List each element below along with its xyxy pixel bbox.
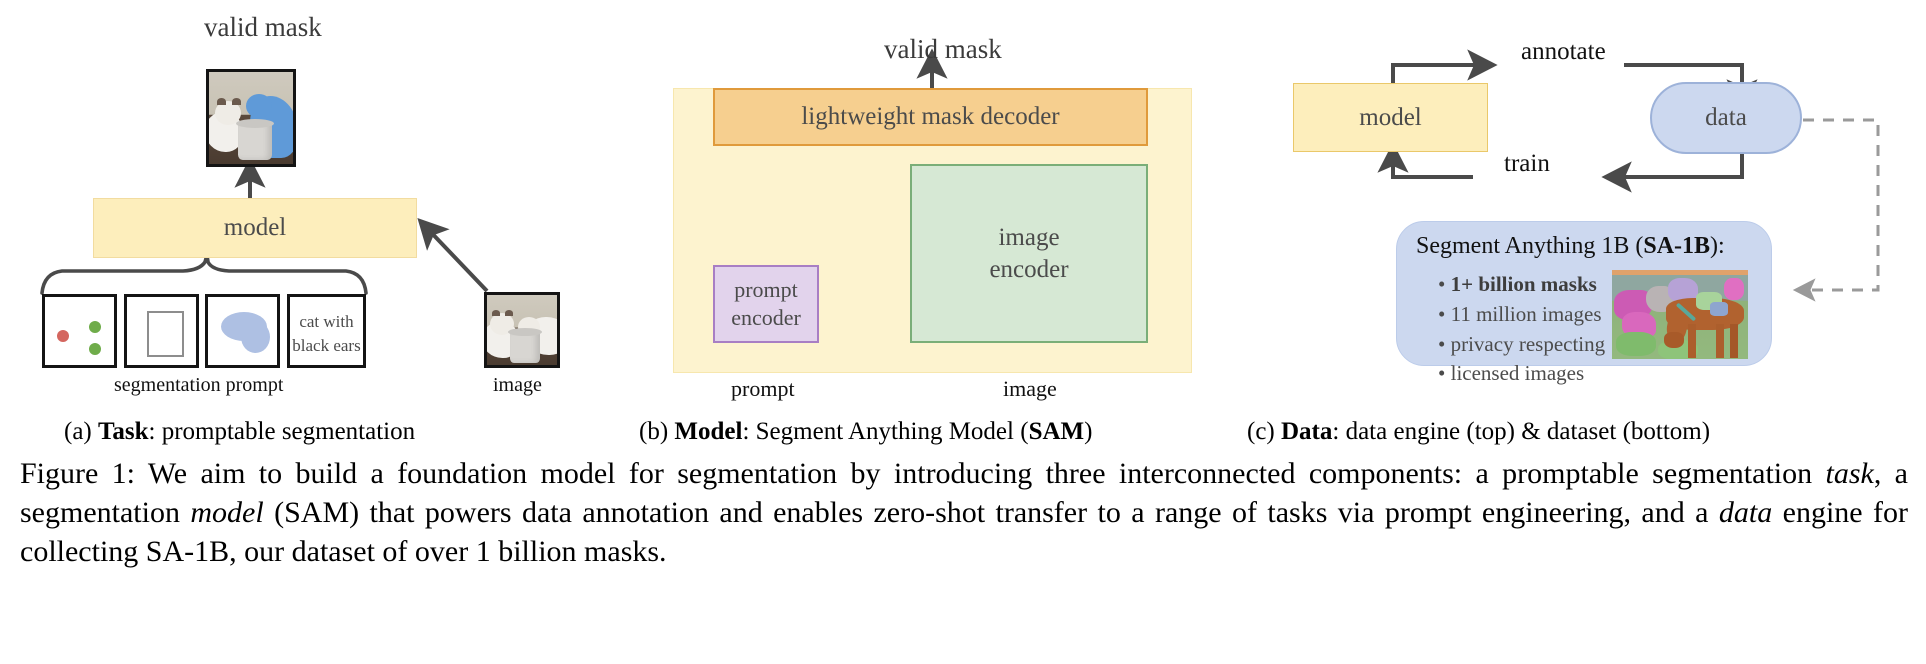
panel-a-model-label: model bbox=[223, 214, 287, 241]
panel-b-image-encoder-box: image encoder bbox=[910, 164, 1148, 343]
positive-point-1 bbox=[89, 321, 101, 333]
panel-b-image-encoder-line2: encoder bbox=[989, 255, 1069, 283]
dataset-title-prefix: Segment Anything 1B ( bbox=[1416, 233, 1644, 259]
prompt-card-mask bbox=[205, 294, 280, 368]
caption-italic-model: model bbox=[190, 496, 264, 529]
panel-c-train-label: train bbox=[1504, 150, 1550, 177]
panel-c-data-label: data bbox=[1705, 104, 1747, 131]
panel-a-input-image-thumbnail bbox=[484, 292, 560, 368]
panel-b-valid-mask-label: valid mask bbox=[884, 34, 1002, 64]
horse-leg-2 bbox=[1716, 324, 1724, 358]
panel-b-image-encoder-label: image encoder bbox=[912, 166, 1146, 341]
dataset-bullet-item: licensed images bbox=[1438, 359, 1605, 389]
caption-part-1: We aim to build a foundation model for s… bbox=[135, 457, 1826, 490]
bounding-box-prompt bbox=[147, 311, 184, 357]
dataset-bullet-item: privacy respecting bbox=[1438, 330, 1606, 360]
caption-label: Figure 1: bbox=[20, 457, 136, 490]
panel-c-subcap-rest: : data engine (top) & dataset (bottom) bbox=[1332, 418, 1711, 445]
panel-b-image-encoder-line1: image bbox=[998, 223, 1060, 251]
dataset-sample-image bbox=[1612, 270, 1748, 359]
trash-bin-rim bbox=[236, 119, 274, 128]
saddle-blue-mask bbox=[1710, 302, 1728, 316]
text-prompt-line-1: cat with bbox=[299, 312, 354, 331]
dataset-bullet-3-text: licensed images bbox=[1450, 361, 1585, 386]
panel-b-prompt-encoder-line2: encoder bbox=[731, 305, 801, 330]
prompt-card-box bbox=[124, 294, 199, 368]
dataset-bullet-item: 11 million images bbox=[1438, 300, 1605, 330]
panel-b-prompt-encoder-box: prompt encoder bbox=[713, 265, 819, 343]
panel-a-subcaption: (a) Task: promptable segmentation bbox=[64, 418, 415, 446]
cat-input-ear-left-a bbox=[492, 310, 500, 316]
panel-c-subcap-prefix: (c) bbox=[1247, 418, 1281, 445]
dataset-title: Segment Anything 1B (SA-1B): bbox=[1416, 233, 1725, 260]
panel-c-subcaption: (c) Data: data engine (top) & dataset (b… bbox=[1247, 418, 1710, 446]
panel-c-model-label: model bbox=[1359, 103, 1422, 131]
caption-part-3: (SAM) that powers data annotation and en… bbox=[263, 496, 1719, 529]
panel-b-input-prompt-label: prompt bbox=[731, 376, 795, 401]
segmentation-mask-overlay-head bbox=[246, 94, 272, 118]
positive-point-2 bbox=[89, 343, 101, 355]
figure-caption: Figure 1: We aim to build a foundation m… bbox=[20, 454, 1908, 571]
panel-b-mask-decoder-label: lightweight mask decoder bbox=[801, 103, 1060, 130]
horse-leg-3 bbox=[1730, 324, 1738, 358]
cat-input-ear-left-b bbox=[505, 310, 513, 316]
panel-a-image-label: image bbox=[493, 374, 542, 396]
mask-patch-green bbox=[1616, 332, 1656, 356]
panel-b-subcaption: (b) Model: Segment Anything Model (SAM) bbox=[639, 418, 1092, 446]
panel-b-subcap-bold: Model bbox=[674, 418, 743, 445]
panel-c-dataset-box: Segment Anything 1B (SA-1B): 1+ billion … bbox=[1396, 221, 1772, 385]
panel-b-prompt-encoder-line1: prompt bbox=[734, 277, 798, 303]
horse-head bbox=[1664, 332, 1684, 348]
dataset-title-bold: SA-1B bbox=[1643, 233, 1711, 259]
prompt-card-points bbox=[42, 294, 117, 368]
cat-left-ear bbox=[217, 98, 226, 105]
panel-b-subcap-rest2: ) bbox=[1084, 418, 1093, 445]
panel-c-data-node: data bbox=[1650, 82, 1802, 154]
panel-c-subcap-bold: Data bbox=[1281, 418, 1333, 445]
panel-b-mask-decoder: lightweight mask decoder bbox=[713, 88, 1148, 146]
horse-leg-1 bbox=[1688, 324, 1696, 358]
panel-a-subcap-rest: : promptable segmentation bbox=[148, 418, 416, 445]
figure-root: valid mask model cat with black ears seg… bbox=[0, 0, 1926, 664]
negative-point bbox=[57, 330, 69, 342]
top-strip-mask bbox=[1612, 270, 1748, 275]
panel-b-prompt-encoder-label: prompt encoder bbox=[715, 267, 817, 341]
panel-b-input-image-label: image bbox=[1003, 376, 1057, 401]
caption-italic-task: task bbox=[1825, 457, 1874, 490]
dataset-bullet-item: 1+ billion masks bbox=[1438, 270, 1605, 300]
prompt-card-text: cat with black ears bbox=[287, 294, 366, 368]
panel-b-subcap-prefix: (b) bbox=[639, 418, 675, 445]
panel-a-subcap-prefix: (a) bbox=[64, 418, 98, 445]
panel-a-valid-mask-thumbnail bbox=[206, 69, 296, 167]
panel-a-model-box: model bbox=[93, 198, 417, 258]
text-prompt-line-2: black ears bbox=[292, 336, 361, 355]
dataset-bullet-1-text: 11 million images bbox=[1450, 301, 1602, 326]
panel-a-valid-mask-label: valid mask bbox=[204, 12, 322, 42]
segmentation-prompt-label: segmentation prompt bbox=[114, 374, 284, 396]
dataset-bullet-list: 1+ billion masks 11 million images priva… bbox=[1438, 270, 1606, 389]
cat-left-ear-2 bbox=[232, 98, 241, 105]
dataset-bullet-0-text: 1+ billion masks bbox=[1450, 272, 1597, 296]
panel-c-model-box: model bbox=[1293, 83, 1488, 152]
mask-patch-pink bbox=[1724, 278, 1744, 300]
mask-prompt-blob-b bbox=[241, 321, 270, 353]
dataset-bullet-2-text: privacy respecting bbox=[1450, 331, 1606, 356]
trash-bin-rim-input bbox=[508, 328, 542, 336]
caption-italic-data: data bbox=[1718, 496, 1773, 529]
panel-b-subcap-bold2: SAM bbox=[1028, 418, 1085, 445]
panel-a-subcap-bold: Task bbox=[98, 418, 149, 445]
dataset-title-suffix: ): bbox=[1710, 233, 1725, 259]
panel-b-subcap-rest: : Segment Anything Model ( bbox=[742, 418, 1029, 445]
panel-c-annotate-label: annotate bbox=[1521, 38, 1606, 65]
